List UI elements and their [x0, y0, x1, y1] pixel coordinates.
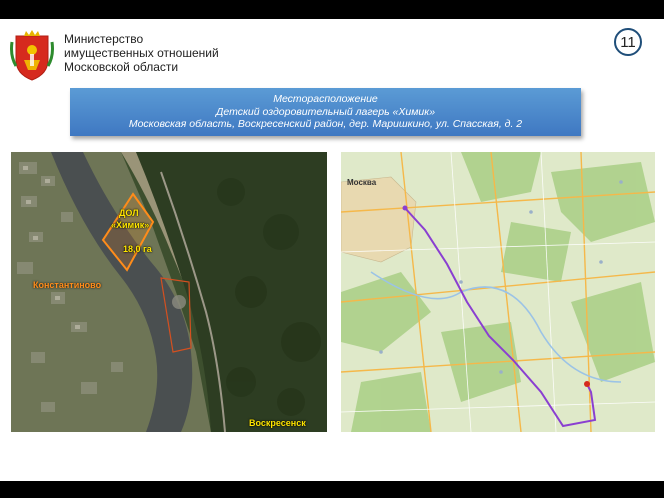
top-black-bar — [0, 0, 664, 19]
ministry-line-1: Министерство — [64, 32, 144, 46]
banner-address: Московская область, Воскресенский район,… — [128, 118, 523, 131]
town-label: Воскресенск — [249, 418, 306, 428]
ministry-line-2: имущественных отношений — [64, 46, 219, 60]
area-label: 18,0 га — [123, 244, 152, 254]
camp-name-label: «Химик» — [111, 220, 150, 230]
ministry-line-3: Московской области — [64, 60, 179, 74]
moscow-label: Москва — [347, 178, 377, 187]
destination-marker — [584, 381, 590, 387]
location-banner: Месторасположение Детский оздоровительны… — [70, 88, 581, 136]
page-number-badge: 11 — [614, 28, 642, 56]
bottom-black-bar — [0, 481, 664, 498]
coat-of-arms-icon — [10, 30, 54, 82]
ministry-title: Министерство имущественных отношений Мос… — [64, 32, 219, 74]
village-label: Константиново — [33, 280, 102, 290]
camp-label: ДОЛ — [119, 208, 139, 218]
road-map: Москва — [341, 152, 655, 432]
banner-camp-name: Детский оздоровительный лагерь «Химик» — [215, 105, 436, 118]
route-start-marker — [402, 205, 408, 211]
satellite-image: ДОЛ «Химик» 18,0 га Константиново Воскре… — [11, 152, 327, 432]
banner-heading: Месторасположение — [273, 93, 378, 106]
